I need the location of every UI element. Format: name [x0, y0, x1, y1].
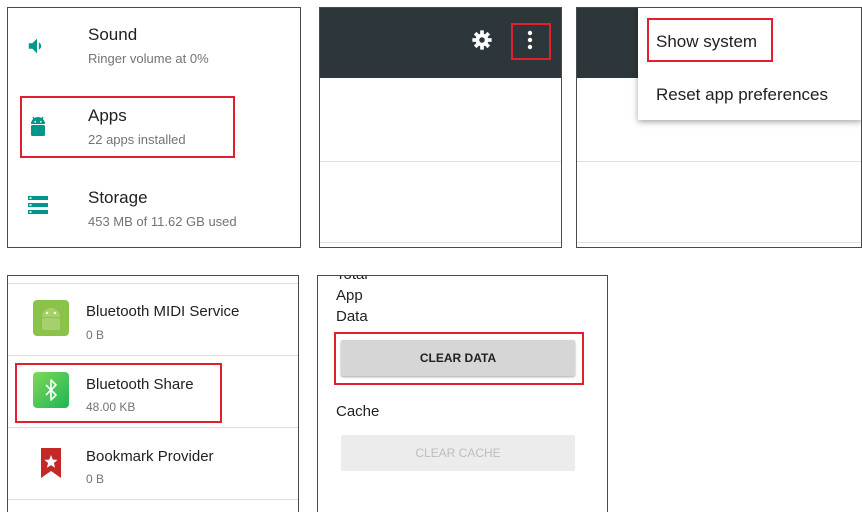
bookmark-icon [33, 444, 69, 480]
cache-label: Cache [336, 403, 380, 420]
apps-toolbar-panel [319, 7, 562, 248]
highlight-more [511, 23, 551, 60]
settings-panel: Sound Ringer volume at 0% Apps 22 apps i… [7, 7, 301, 248]
divider [577, 242, 861, 243]
settings-item-title: Storage [88, 188, 148, 207]
divider [320, 242, 561, 243]
list-item[interactable]: Bluetooth MIDI Service 0 B [8, 284, 298, 355]
app-label: App [336, 287, 363, 304]
data-label: Data [336, 308, 368, 325]
overflow-menu-panel: Show system Reset app preferences [576, 7, 862, 248]
settings-item-title: Sound [88, 25, 138, 44]
app-name: Bookmark Provider [86, 448, 214, 465]
divider [8, 499, 298, 500]
highlight-bluetooth-share [15, 363, 222, 423]
menu-item-reset-app-preferences[interactable]: Reset app preferences [656, 85, 828, 105]
app-size: 0 B [86, 328, 105, 342]
highlight-clear-data [334, 332, 584, 385]
gear-icon[interactable] [471, 29, 493, 51]
app-size: 0 B [86, 472, 105, 486]
settings-item-subtitle: 453 MB of 11.62 GB used [88, 214, 237, 229]
settings-item-storage[interactable]: Storage 453 MB of 11.62 GB used [8, 170, 300, 247]
list-item[interactable]: Bookmark Provider 0 B [8, 428, 298, 499]
total-label-cut: Total [336, 276, 368, 283]
storage-detail-panel: Total App Data CLEAR DATA Cache CLEAR CA… [317, 275, 608, 512]
highlight-show-system [647, 18, 773, 62]
settings-item-subtitle: Ringer volume at 0% [88, 51, 209, 66]
volume-icon [28, 38, 42, 54]
app-name: Bluetooth MIDI Service [86, 303, 240, 320]
android-app-icon [33, 300, 69, 336]
settings-item-sound[interactable]: Sound Ringer volume at 0% [8, 8, 300, 86]
divider [320, 161, 561, 162]
storage-icon [28, 196, 48, 214]
clear-cache-button[interactable]: CLEAR CACHE [341, 435, 575, 471]
divider [577, 161, 861, 162]
app-list-panel: Bluetooth MIDI Service 0 B Bluetooth Sha… [7, 275, 299, 512]
highlight-apps [20, 96, 235, 158]
